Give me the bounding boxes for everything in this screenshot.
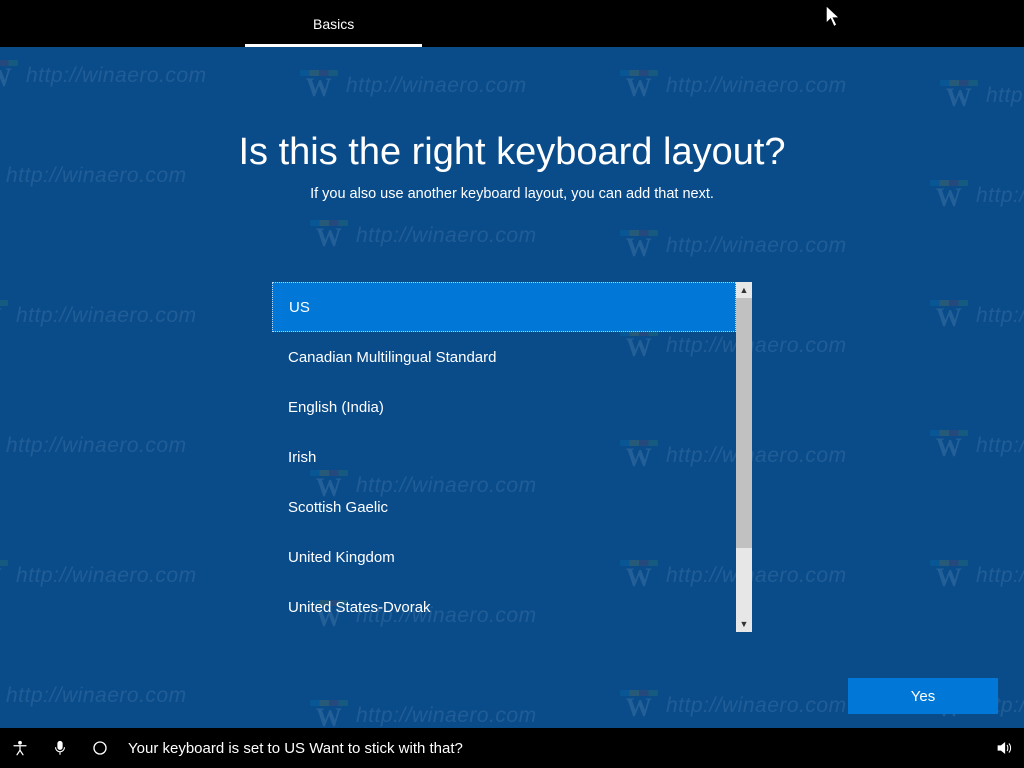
scrollbar[interactable]: ▲ ▼ xyxy=(736,282,752,632)
cortana-icon[interactable] xyxy=(80,728,120,768)
tab-bar: Basics xyxy=(0,0,1024,47)
tab-basics[interactable]: Basics xyxy=(245,0,422,47)
cortana-text: Your keyboard is set to US Want to stick… xyxy=(128,740,463,757)
main-content: Is this the right keyboard layout? If yo… xyxy=(0,47,1024,728)
scroll-up-icon[interactable]: ▲ xyxy=(736,282,752,298)
taskbar: Your keyboard is set to US Want to stick… xyxy=(0,728,1024,768)
accessibility-icon[interactable] xyxy=(0,728,40,768)
scroll-thumb[interactable] xyxy=(736,298,752,548)
page-title: Is this the right keyboard layout? xyxy=(238,131,785,174)
list-item[interactable]: English (India) xyxy=(272,382,736,432)
keyboard-layout-list-inner: USCanadian Multilingual StandardEnglish … xyxy=(272,282,736,632)
list-item[interactable]: US xyxy=(272,282,736,332)
list-item[interactable]: United States-Dvorak xyxy=(272,582,736,632)
page-subtitle: If you also use another keyboard layout,… xyxy=(310,186,714,202)
list-item[interactable]: Irish xyxy=(272,432,736,482)
volume-icon[interactable] xyxy=(984,728,1024,768)
scroll-down-icon[interactable]: ▼ xyxy=(736,616,752,632)
list-item[interactable]: United Kingdom xyxy=(272,532,736,582)
keyboard-layout-list: USCanadian Multilingual StandardEnglish … xyxy=(272,282,752,632)
yes-button[interactable]: Yes xyxy=(848,678,998,714)
list-item[interactable]: Canadian Multilingual Standard xyxy=(272,332,736,382)
list-item[interactable]: Scottish Gaelic xyxy=(272,482,736,532)
microphone-icon[interactable] xyxy=(40,728,80,768)
